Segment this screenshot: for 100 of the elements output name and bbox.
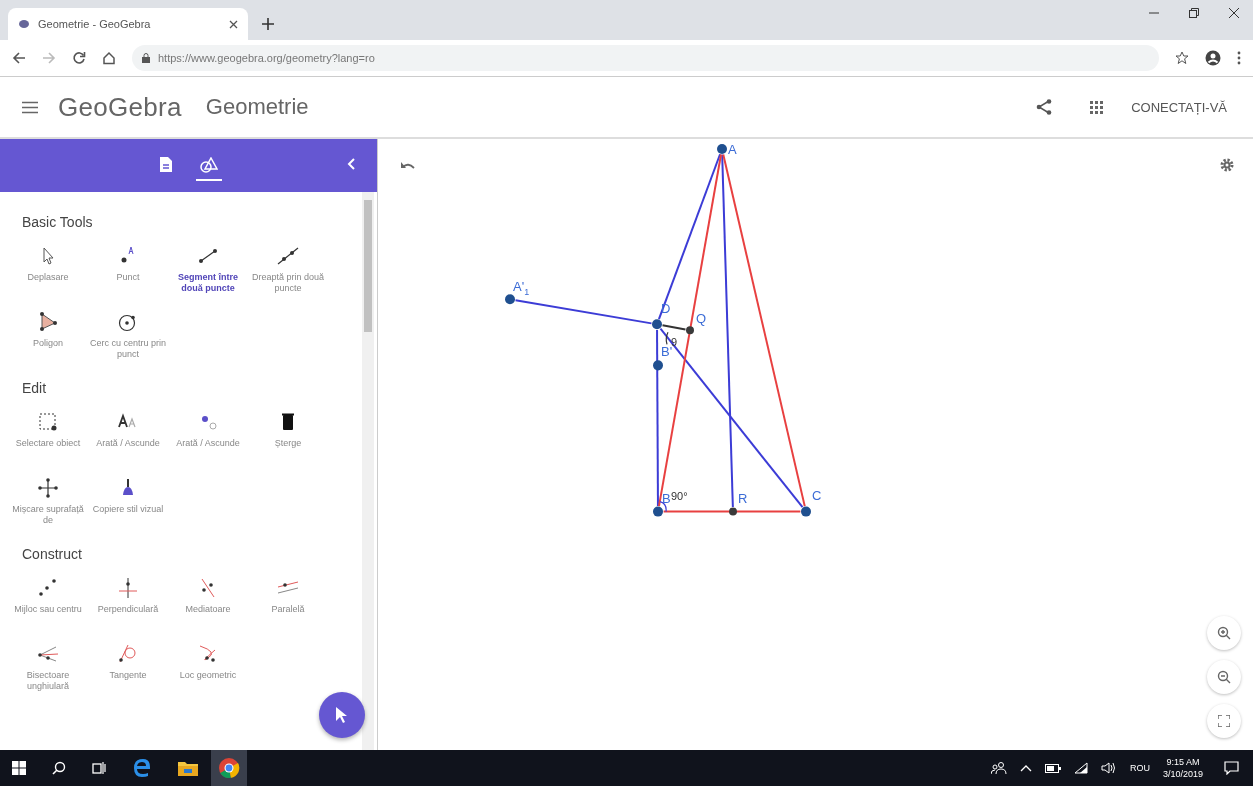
point[interactable] bbox=[653, 506, 663, 517]
tool-button[interactable]: Copiere stil vizual bbox=[88, 476, 168, 536]
point-label: C bbox=[812, 487, 822, 503]
lock-icon bbox=[142, 53, 150, 63]
zoom-in-icon bbox=[1217, 626, 1231, 640]
cursor-icon bbox=[335, 706, 349, 724]
angle-arc bbox=[659, 501, 667, 513]
wifi-icon[interactable] bbox=[1073, 762, 1088, 774]
menu-icon[interactable] bbox=[22, 100, 38, 114]
fullscreen-button[interactable] bbox=[1207, 704, 1241, 738]
tool-button[interactable]: Tangente bbox=[88, 642, 168, 702]
angle-label: 90° bbox=[671, 489, 688, 502]
tool-button[interactable]: Arată / Ascunde bbox=[88, 410, 168, 470]
battery-icon[interactable] bbox=[1044, 763, 1061, 773]
move-tool-button[interactable] bbox=[319, 692, 365, 738]
windows-logo-icon[interactable] bbox=[12, 761, 26, 775]
tool-button[interactable]: Șterge bbox=[248, 410, 328, 470]
point[interactable] bbox=[686, 326, 694, 335]
segment[interactable] bbox=[722, 153, 806, 508]
reload-icon[interactable] bbox=[72, 51, 86, 65]
tool-button[interactable]: Deplasare bbox=[8, 244, 88, 304]
share-icon[interactable] bbox=[1036, 99, 1053, 115]
tool-button[interactable]: Bisectoare unghiulară bbox=[8, 642, 88, 702]
app-logo: GeoGebra bbox=[58, 91, 182, 123]
perpendicular-icon bbox=[116, 576, 140, 600]
point-label: A bbox=[728, 142, 737, 158]
section-title: Basic Tools bbox=[22, 214, 94, 230]
url-text: https://www.geogebra.org/geometry?lang=ro bbox=[158, 52, 375, 64]
segment[interactable] bbox=[656, 328, 659, 507]
clock[interactable]: 9:15 AM 3/10/2019 bbox=[1162, 757, 1203, 779]
favicon-icon bbox=[18, 18, 30, 30]
tool-button[interactable]: Dreaptă prin două puncte bbox=[248, 244, 328, 304]
notification-icon[interactable] bbox=[1224, 761, 1239, 775]
star-icon[interactable] bbox=[1175, 51, 1189, 65]
point[interactable] bbox=[729, 507, 737, 516]
tool-button[interactable]: Loc geometric bbox=[168, 642, 248, 702]
speaker-icon[interactable] bbox=[1100, 762, 1117, 774]
section-title: Edit bbox=[22, 380, 48, 396]
zoom-in-button[interactable] bbox=[1207, 616, 1241, 650]
clock-time: 9:15 AM bbox=[1166, 757, 1200, 767]
sign-in-button[interactable]: CONECTAȚI-VĂ bbox=[1127, 93, 1231, 121]
angle-arc bbox=[665, 331, 669, 345]
tool-button[interactable]: Cerc cu centru prin punct bbox=[88, 310, 168, 370]
point[interactable] bbox=[505, 294, 515, 305]
new-tab-icon[interactable] bbox=[262, 18, 274, 30]
point[interactable] bbox=[653, 360, 663, 371]
home-icon[interactable] bbox=[102, 51, 116, 65]
document-icon bbox=[159, 157, 172, 172]
move-arrows-icon bbox=[36, 476, 60, 500]
close-icon[interactable] bbox=[1229, 8, 1239, 18]
point-label: A'$_{1}$ bbox=[513, 279, 530, 298]
undo-icon[interactable] bbox=[400, 161, 416, 171]
tool-button[interactable]: Punct bbox=[88, 244, 168, 304]
point-label: D bbox=[661, 301, 671, 317]
close-icon[interactable] bbox=[229, 19, 238, 29]
segment[interactable] bbox=[657, 153, 723, 508]
settings-icon[interactable] bbox=[1219, 157, 1235, 173]
search-icon[interactable] bbox=[52, 761, 66, 775]
tool-button[interactable]: Arată / Ascunde bbox=[168, 410, 248, 470]
point-label: B' bbox=[661, 344, 673, 360]
tool-button[interactable]: Paralelă bbox=[248, 576, 328, 636]
apps-grid-icon[interactable] bbox=[1090, 100, 1104, 114]
zoom-out-icon bbox=[1217, 670, 1231, 684]
segment[interactable] bbox=[514, 299, 653, 325]
browser-icon[interactable] bbox=[132, 758, 152, 778]
scrollbar[interactable] bbox=[362, 192, 374, 750]
tool-button[interactable]: Mijloc sau centru bbox=[8, 576, 88, 636]
more-icon[interactable] bbox=[1237, 51, 1241, 65]
address-bar[interactable]: https://www.geogebra.org/geometry?lang=ro bbox=[132, 45, 1159, 71]
shapes-icon bbox=[199, 156, 218, 173]
collapse-icon[interactable] bbox=[347, 158, 355, 170]
point-label: Q bbox=[696, 311, 707, 327]
tool-button[interactable]: Poligon bbox=[8, 310, 88, 370]
tool-button[interactable]: Segment între două puncte bbox=[168, 244, 248, 304]
tool-button[interactable]: Mediatoare bbox=[168, 576, 248, 636]
fullscreen-icon bbox=[1218, 715, 1230, 727]
point-label: B bbox=[662, 490, 671, 506]
language-indicator[interactable]: ROU bbox=[1129, 763, 1150, 773]
segment[interactable] bbox=[662, 510, 802, 513]
back-icon[interactable] bbox=[12, 51, 26, 65]
tool-button[interactable]: Perpendiculară bbox=[88, 576, 168, 636]
chevron-up-icon[interactable] bbox=[1019, 764, 1032, 772]
zoom-out-button[interactable] bbox=[1207, 660, 1241, 694]
segment[interactable] bbox=[721, 153, 734, 508]
account-icon[interactable] bbox=[1205, 50, 1221, 66]
point[interactable] bbox=[801, 506, 811, 517]
restore-icon[interactable] bbox=[1189, 8, 1199, 18]
section-title: Construct bbox=[22, 546, 83, 562]
tool-button[interactable]: Mișcare suprafață de bbox=[8, 476, 88, 536]
point[interactable] bbox=[717, 144, 727, 154]
folder-icon[interactable] bbox=[178, 760, 198, 776]
segment[interactable] bbox=[661, 324, 687, 331]
clock-date: 3/10/2019 bbox=[1162, 769, 1203, 779]
segment[interactable] bbox=[659, 327, 804, 509]
task-view-icon[interactable] bbox=[92, 761, 106, 775]
tool-button[interactable]: Selectare obiect bbox=[8, 410, 88, 470]
point[interactable] bbox=[652, 319, 662, 330]
point-label: R bbox=[738, 490, 748, 506]
app-title: Geometrie bbox=[205, 94, 310, 120]
people-icon[interactable] bbox=[990, 761, 1007, 775]
